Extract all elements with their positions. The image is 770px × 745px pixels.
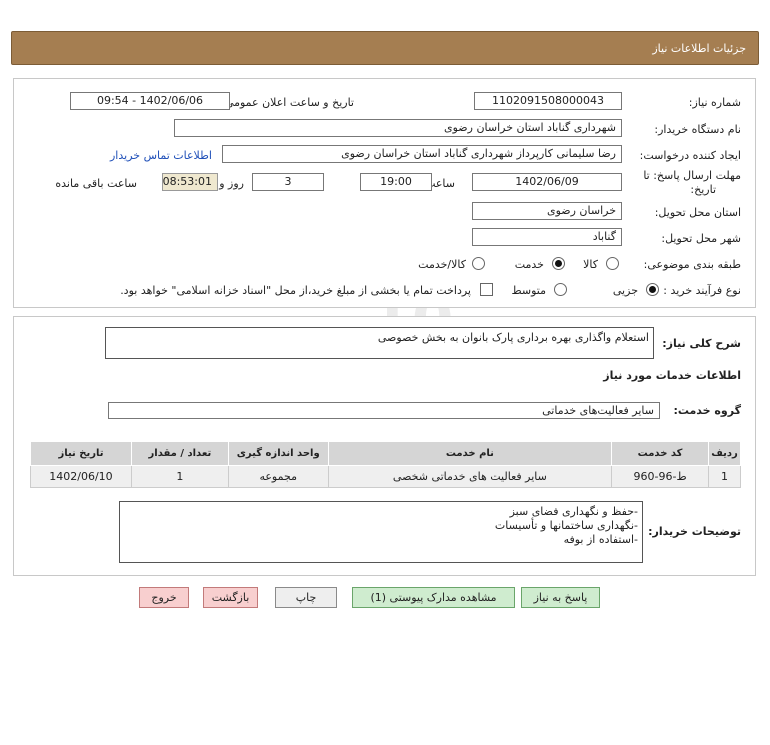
payment-note: پرداخت تمام یا بخشی از مبلغ خرید،از محل … <box>120 284 471 297</box>
print-button[interactable]: چاپ <box>275 587 337 608</box>
process-radio-minor[interactable] <box>646 283 659 296</box>
city-label: شهر محل تحویل: <box>661 232 741 245</box>
announce-label: تاریخ و ساعت اعلان عمومی: <box>221 96 354 109</box>
deadline-date-field: 1402/06/09 <box>472 173 622 191</box>
back-button[interactable]: بازگشت <box>203 587 258 608</box>
days-remaining-field: 3 <box>252 173 324 191</box>
province-label: استان محل تحویل: <box>654 206 741 219</box>
remaining-time-field: 08:53:01 <box>162 173 218 191</box>
process-option-medium: متوسط <box>511 284 546 297</box>
cell-service-code: ط-96-960 <box>611 465 710 488</box>
deadline-label: مهلت ارسال پاسخ: تا <box>643 169 741 182</box>
col-quantity: تعداد / مقدار <box>130 441 229 466</box>
buyer-notes-label: توضیحات خریدار: <box>648 525 741 538</box>
treasury-bonds-checkbox[interactable] <box>480 283 493 296</box>
need-info-panel: شماره نیاز: 1102091508000043 تاریخ و ساع… <box>13 78 756 308</box>
buyer-org-field: شهرداری گناباد استان خراسان رضوی <box>174 119 622 137</box>
cell-need-date: 1402/06/10 <box>30 465 132 488</box>
category-option-goods: کالا <box>583 258 598 271</box>
table-row: 1 ط-96-960 سایر فعالیت های خدماتی شخصی م… <box>30 465 741 488</box>
buyer-contact-link[interactable]: اطلاعات تماس خریدار <box>110 149 212 162</box>
province-field: خراسان رضوی <box>472 202 622 220</box>
page-header: جزئیات اطلاعات نیاز <box>11 31 759 65</box>
need-number-field: 1102091508000043 <box>474 92 622 110</box>
buyer-note-line: -استفاده از بوفه <box>563 533 638 546</box>
city-field: گناباد <box>472 228 622 246</box>
process-label: نوع فرآیند خرید : <box>663 284 741 297</box>
services-table-header: ردیف کد خدمت نام خدمت واحد اندازه گیری ت… <box>30 441 741 466</box>
need-number-label: شماره نیاز: <box>688 96 741 109</box>
service-group-field: سایر فعالیت‌های خدماتی <box>108 402 660 419</box>
col-service-name: نام خدمت <box>327 441 613 466</box>
category-radio-goods-service[interactable] <box>472 257 485 270</box>
col-row: ردیف <box>708 441 741 466</box>
col-need-date: تاریخ نیاز <box>30 441 132 466</box>
buyer-note-line: -نگهداری ساختمانها و تأسیسات <box>494 519 638 532</box>
buyer-note-line: -حفظ و نگهداری فضای سبز <box>509 505 638 518</box>
cell-quantity: 1 <box>130 465 229 488</box>
category-radio-service[interactable] <box>552 257 565 270</box>
reply-button[interactable]: پاسخ به نیاز <box>521 587 600 608</box>
requester-label: ایجاد کننده درخواست: <box>639 149 741 162</box>
remaining-time-label: ساعت باقی مانده <box>55 177 137 190</box>
category-label: طبقه بندی موضوعی: <box>643 258 741 271</box>
requester-field: رضا سلیمانی کارپرداز شهرداری گناباد استا… <box>222 145 622 163</box>
services-table: ردیف کد خدمت نام خدمت واحد اندازه گیری ت… <box>30 441 741 488</box>
deadline-time-field: 19:00 <box>360 173 432 191</box>
category-radio-goods[interactable] <box>606 257 619 270</box>
cell-row: 1 <box>708 465 741 488</box>
buyer-notes-field: -حفظ و نگهداری فضای سبز -نگهداری ساختمان… <box>119 501 643 563</box>
deadline-label-line2: تاریخ: <box>690 183 716 196</box>
page-title: جزئیات اطلاعات نیاز <box>652 42 746 55</box>
category-option-goods-service: کالا/خدمت <box>418 258 466 271</box>
cell-unit: مجموعه <box>227 465 329 488</box>
process-option-minor: جزیی <box>612 284 638 297</box>
buyer-org-label: نام دستگاه خریدار: <box>654 123 741 136</box>
col-service-code: کد خدمت <box>611 441 710 466</box>
exit-button[interactable]: خروج <box>139 587 189 608</box>
attachments-button[interactable]: مشاهده مدارک پیوستی (1) <box>352 587 515 608</box>
category-option-service: خدمت <box>514 258 544 271</box>
process-radio-medium[interactable] <box>554 283 567 296</box>
services-heading: اطلاعات خدمات مورد نیاز <box>603 369 741 382</box>
summary-field: استعلام واگذاری بهره برداری پارک بانوان … <box>105 327 654 359</box>
service-group-label: گروه خدمت: <box>673 404 741 417</box>
summary-label: شرح کلی نیاز: <box>662 337 741 350</box>
cell-service-name: سایر فعالیت های خدماتی شخصی <box>327 465 613 488</box>
days-label: روز و <box>219 177 244 190</box>
col-unit: واحد اندازه گیری <box>227 441 329 466</box>
need-details-panel: شرح کلی نیاز: استعلام واگذاری بهره بردار… <box>13 316 756 576</box>
announce-field: 1402/06/06 - 09:54 <box>70 92 230 110</box>
